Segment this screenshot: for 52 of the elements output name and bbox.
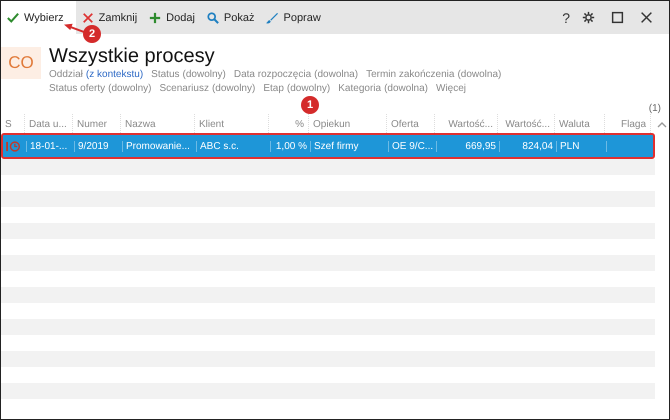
callout-marker: 2 — [83, 25, 101, 43]
search-icon — [206, 12, 219, 24]
column-header[interactable]: Opiekun — [313, 119, 350, 130]
toolbar-button[interactable]: Pokaż — [200, 1, 260, 34]
table-cell: OE 9/C... — [392, 140, 434, 152]
table-cell: 18-01-... — [30, 140, 68, 152]
column-header[interactable]: Wartość... — [448, 119, 493, 130]
filter-link[interactable]: Scenariusz (dowolny) — [160, 82, 256, 96]
toolbar-button[interactable]: Popraw — [260, 1, 327, 34]
maximize-icon[interactable] — [611, 11, 624, 24]
table-cell: Promowanie... — [126, 140, 190, 152]
overdue-clock-icon — [6, 140, 21, 152]
column-header[interactable]: Wartość... — [505, 119, 550, 130]
table-cell: PLN — [560, 140, 580, 152]
table-cell: Szef firmy — [314, 140, 358, 152]
filter-link[interactable]: Status (dowolny) — [151, 68, 226, 82]
page-title: Wszystkie procesy — [49, 44, 216, 68]
scroll-up-icon[interactable] — [657, 122, 667, 128]
close-icon[interactable] — [640, 11, 653, 24]
plus-icon — [149, 12, 162, 24]
table-cell: ABC s.c. — [200, 140, 239, 152]
table-cell: 669,95 — [465, 140, 496, 152]
column-header[interactable]: Numer — [77, 119, 108, 130]
table-cell: 9/2019 — [78, 140, 109, 152]
filter-link[interactable]: Etap (dowolny) — [263, 82, 330, 96]
column-header[interactable]: Nazwa — [125, 119, 156, 130]
close-icon — [82, 12, 94, 24]
table-cell: 1,00 % — [276, 140, 307, 152]
filter-link[interactable]: Data rozpoczęcia (dowolna) — [234, 68, 358, 82]
filter-link[interactable]: Termin zakończenia (dowolna) — [366, 68, 502, 82]
column-header[interactable]: Klient — [199, 119, 224, 130]
toolbar-button[interactable]: Wybierz — [1, 1, 76, 34]
column-header[interactable]: Flaga — [620, 119, 646, 130]
column-header[interactable]: Waluta — [559, 119, 590, 130]
column-header[interactable]: Oferta — [391, 119, 419, 130]
filter-link[interactable]: Kategoria (dowolna) — [338, 82, 428, 96]
table-cell: 824,04 — [522, 140, 553, 152]
filter-link[interactable]: Więcej — [436, 82, 466, 96]
brush-icon — [266, 12, 278, 24]
filter-link[interactable]: Oddział (z kontekstu) — [49, 68, 144, 82]
column-header[interactable]: Data u... — [29, 119, 67, 130]
toolbar-button[interactable]: Dodaj — [143, 1, 201, 34]
column-header[interactable]: % — [295, 119, 304, 130]
filter-link[interactable]: Status oferty (dowolny) — [49, 82, 152, 96]
callout-marker: 1 — [301, 96, 319, 114]
settings-icon[interactable] — [582, 11, 595, 24]
check-icon — [7, 12, 19, 24]
column-header[interactable]: S — [5, 119, 12, 130]
module-badge: CO — [1, 47, 41, 79]
table-row[interactable]: 18-01-... 9/2019 Promowanie... ABC s.c. 1,00 % Szef firmy OE 9/C... 669,95 824,04 PLN — [1, 133, 655, 159]
record-count: (1) — [648, 103, 661, 114]
help-button[interactable]: ? — [562, 10, 570, 26]
